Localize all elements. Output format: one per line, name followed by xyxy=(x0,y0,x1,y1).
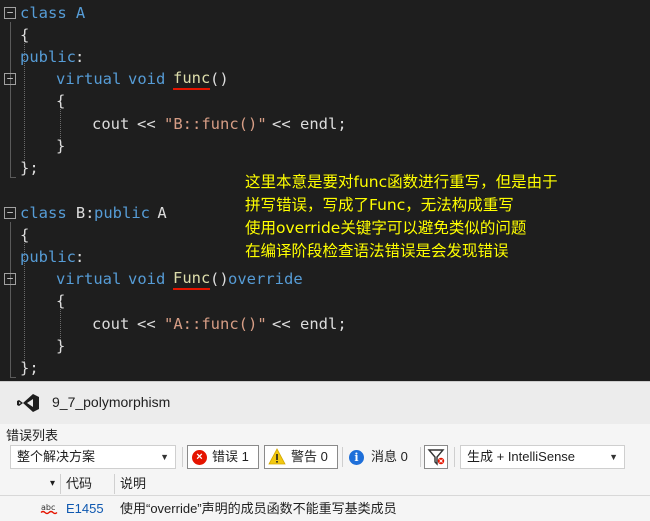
code-line-7[interactable]: } xyxy=(0,135,650,157)
build-filter-button[interactable] xyxy=(424,445,448,469)
toolbar-separator xyxy=(182,447,183,467)
brace-open: { xyxy=(20,26,30,44)
base-class: A xyxy=(148,204,167,222)
svg-text:abc: abc xyxy=(41,503,55,512)
annotation-line: 拼写错误，写成了Func，无法构成重写 xyxy=(245,196,514,214)
toolbar-separator xyxy=(420,447,421,467)
endl: endl; xyxy=(300,115,347,133)
code-line-4[interactable]: − virtual void func () xyxy=(0,68,650,90)
string-literal: "B::func()" xyxy=(164,115,267,133)
sort-indicator-icon[interactable]: ▾ xyxy=(50,472,55,496)
collapse-icon[interactable]: − xyxy=(4,7,16,19)
solution-name: 9_7_polymorphism xyxy=(52,394,171,410)
intellisense-error-icon: abc xyxy=(40,503,58,515)
column-header-code[interactable]: 代码 xyxy=(66,472,92,496)
column-divider[interactable] xyxy=(114,474,115,494)
error-grid-header: ▾ 代码 说明 xyxy=(0,472,650,496)
brace-close: } xyxy=(56,337,66,355)
brace-open: { xyxy=(56,92,66,110)
warning-icon xyxy=(268,448,286,465)
class-name: B: xyxy=(66,204,95,222)
scope-select[interactable]: 整个解决方案 ▼ xyxy=(10,445,176,469)
class-close: }; xyxy=(20,159,39,177)
endl: endl; xyxy=(300,315,347,333)
operator-stream: << xyxy=(137,315,156,333)
errors-label: 错误 1 xyxy=(212,449,249,464)
brace-open: { xyxy=(56,292,66,310)
filter-icon xyxy=(427,449,445,466)
code-line-17[interactable]: }; xyxy=(0,357,650,379)
colon: : xyxy=(75,248,85,266)
code-line-5[interactable]: { xyxy=(0,90,650,112)
keyword-override: override xyxy=(228,270,303,288)
column-divider[interactable] xyxy=(60,474,61,494)
toolbar-separator xyxy=(342,447,343,467)
keyword-public: public xyxy=(94,204,150,222)
annotation-line: 使用override关键字可以避免类似的问题 xyxy=(245,219,527,237)
chevron-down-icon: ▼ xyxy=(160,452,169,462)
error-icon: × xyxy=(192,450,207,465)
error-list-panel: 9_7_polymorphism 错误列表 整个解决方案 ▼ × 错误 1 警告… xyxy=(0,381,650,521)
warnings-label: 警告 0 xyxy=(291,449,328,464)
operator-stream: << xyxy=(272,315,291,333)
parens: () xyxy=(210,270,229,288)
class-name: A xyxy=(66,4,86,22)
build-source-value: 生成 + IntelliSense xyxy=(467,449,576,464)
solution-titlebar: 9_7_polymorphism xyxy=(0,382,650,424)
column-header-description[interactable]: 说明 xyxy=(120,472,146,496)
toolbar-separator xyxy=(454,447,455,467)
string-literal: "A::func()" xyxy=(164,315,267,333)
annotation-line: 在编译阶段检查语法错误是会发现错误 xyxy=(245,242,509,260)
code-line-6[interactable]: cout << "B::func()" << endl; xyxy=(0,113,650,135)
code-line-13[interactable]: − virtual void Func () override xyxy=(0,268,650,290)
keyword-void: void xyxy=(128,270,166,288)
collapse-icon[interactable]: − xyxy=(4,207,16,219)
annotation-line: 这里本意是要对func函数进行重写，但是由于 xyxy=(245,173,558,191)
code-line-16[interactable]: } xyxy=(0,335,650,357)
annotation-note: 这里本意是要对func函数进行重写，但是由于 拼写错误，写成了Func，无法构成… xyxy=(245,171,645,263)
build-source-select[interactable]: 生成 + IntelliSense ▼ xyxy=(460,445,625,469)
keyword-virtual: virtual xyxy=(56,70,122,88)
keyword-class: class xyxy=(20,204,67,222)
colon: : xyxy=(75,48,85,66)
brace-open: { xyxy=(20,226,30,244)
collapse-icon[interactable]: − xyxy=(4,273,16,285)
keyword-void: void xyxy=(128,70,166,88)
keyword-virtual: virtual xyxy=(56,270,122,288)
class-close: }; xyxy=(20,359,39,377)
cout: cout xyxy=(92,315,130,333)
code-line-15[interactable]: cout << "A::func()" << endl; xyxy=(0,313,650,335)
access-specifier: public xyxy=(20,248,76,266)
table-row[interactable]: abc E1455 使用“override”声明的成员函数不能重写基类成员 xyxy=(0,497,650,521)
code-line-14[interactable]: { xyxy=(0,290,650,312)
error-description: 使用“override”声明的成员函数不能重写基类成员 xyxy=(120,501,397,516)
errors-filter-button[interactable]: × 错误 1 xyxy=(187,445,259,469)
code-editor[interactable]: − class A { public : − virtual void func… xyxy=(0,0,650,381)
function-name-Func: Func xyxy=(173,268,211,290)
code-line-3[interactable]: public : xyxy=(0,46,650,68)
access-specifier: public xyxy=(20,48,76,66)
messages-filter-button[interactable]: i 消息 0 xyxy=(346,445,418,469)
warnings-filter-button[interactable]: 警告 0 xyxy=(264,445,338,469)
collapse-icon[interactable]: − xyxy=(4,73,16,85)
error-code-link[interactable]: E1455 xyxy=(66,497,104,521)
messages-label: 消息 0 xyxy=(371,449,408,464)
chevron-down-icon: ▼ xyxy=(609,452,618,462)
parens: () xyxy=(210,70,229,88)
error-list-toolbar: 整个解决方案 ▼ × 错误 1 警告 0 i 消息 0 生成 + Intelli… xyxy=(0,444,650,470)
code-line-2[interactable]: { xyxy=(0,24,650,46)
function-name-func: func xyxy=(173,68,211,90)
keyword-class: class xyxy=(20,4,67,22)
panel-title: 错误列表 xyxy=(6,428,59,443)
code-line-1[interactable]: − class A xyxy=(0,2,650,24)
operator-stream: << xyxy=(272,115,291,133)
scope-select-value: 整个解决方案 xyxy=(17,449,96,464)
operator-stream: << xyxy=(137,115,156,133)
visual-studio-logo-icon xyxy=(17,394,39,412)
brace-close: } xyxy=(56,137,66,155)
info-icon: i xyxy=(349,450,364,465)
cout: cout xyxy=(92,115,130,133)
